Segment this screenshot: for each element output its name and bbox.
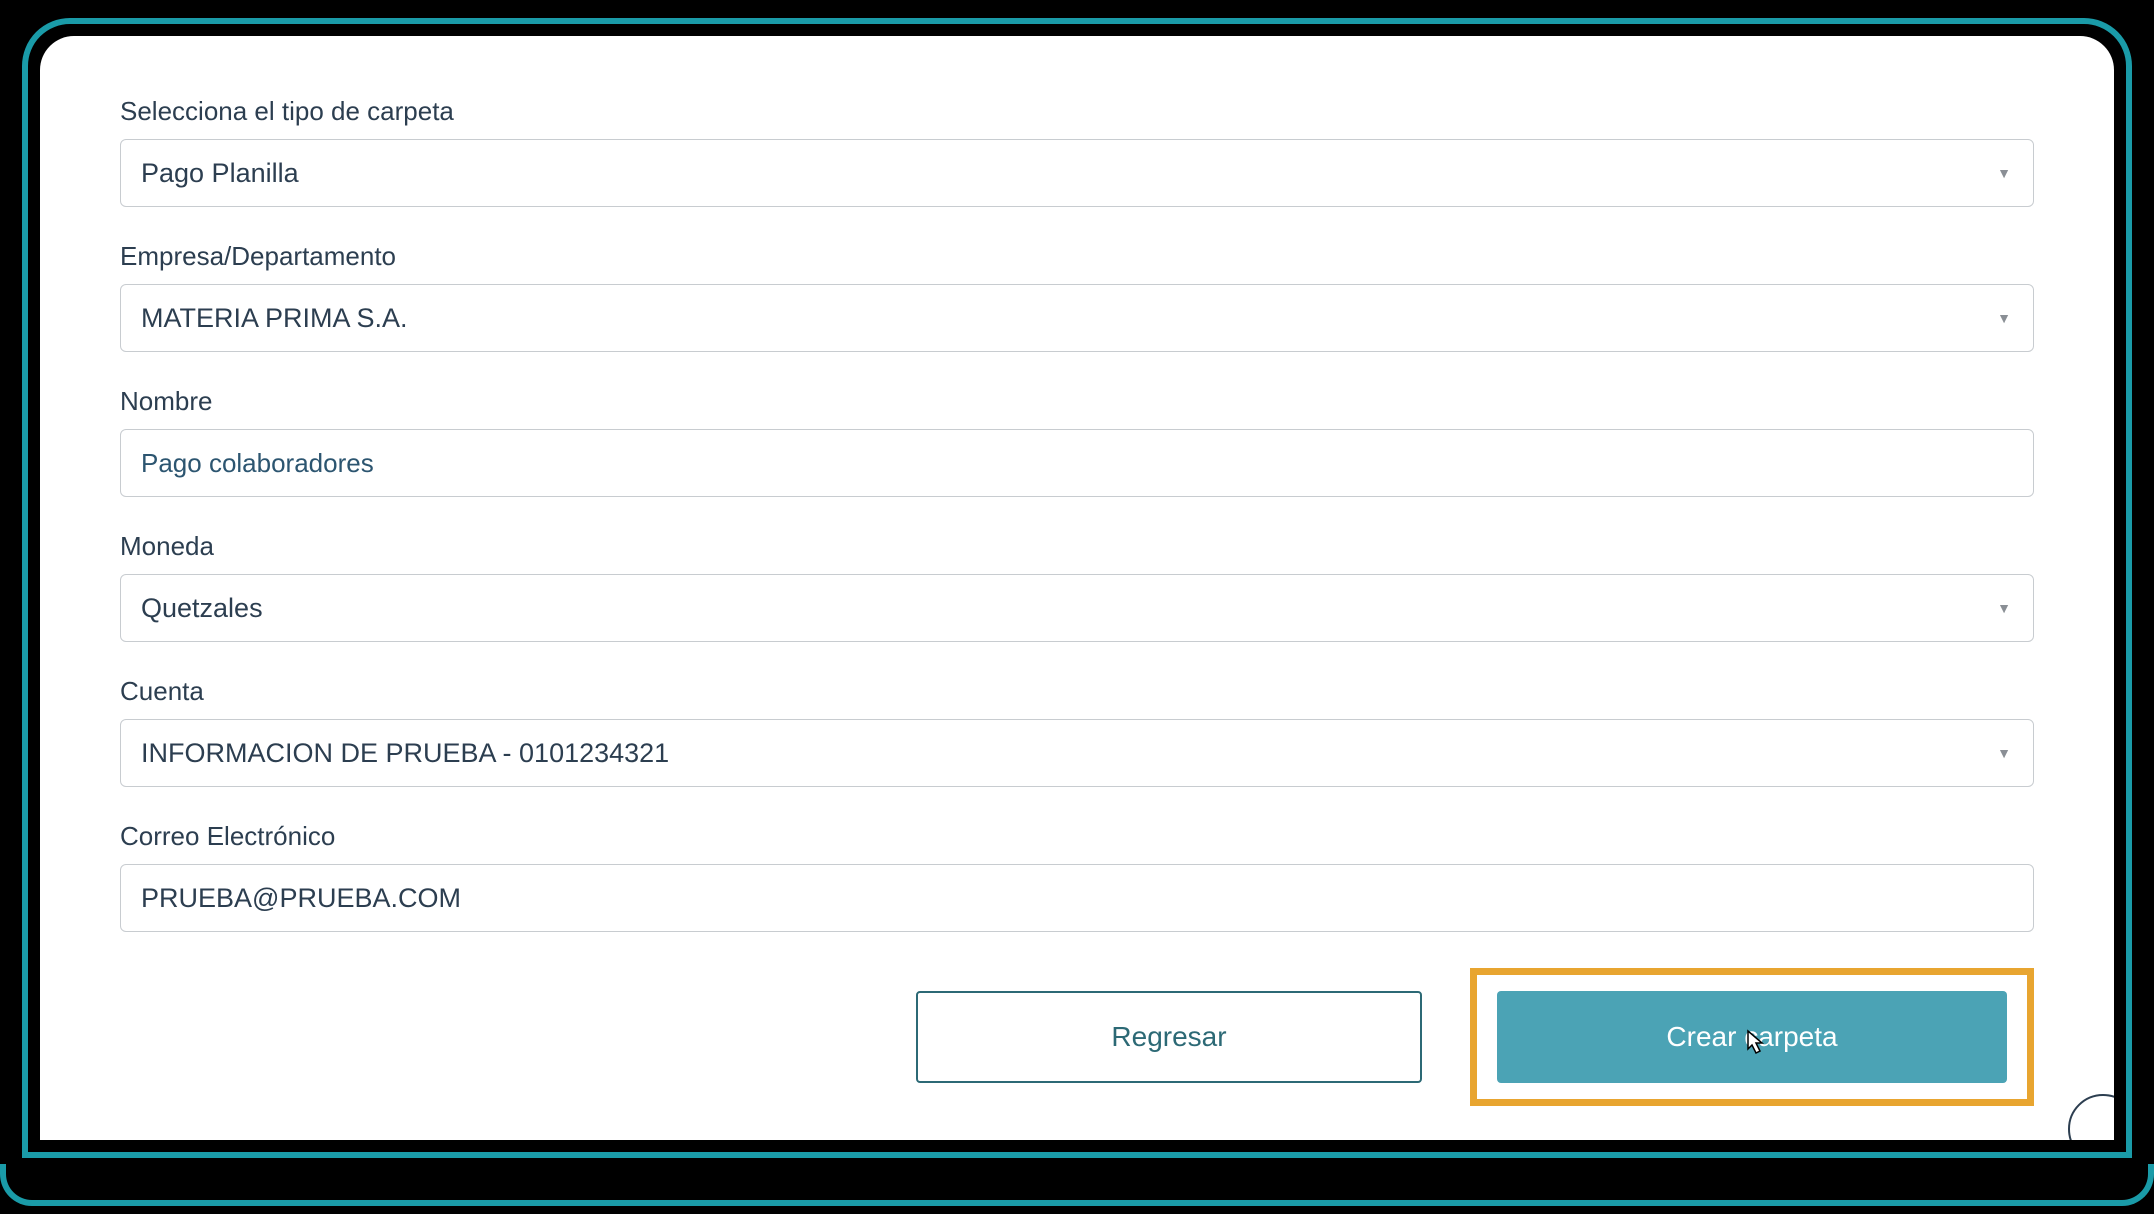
field-nombre: Nombre Pago colaboradores	[120, 386, 2034, 497]
input-nombre[interactable]: Pago colaboradores	[120, 429, 2034, 497]
select-empresa-value: MATERIA PRIMA S.A.	[141, 303, 408, 334]
page-curl-decoration	[2068, 1094, 2114, 1140]
input-correo-value: PRUEBA@PRUEBA.COM	[141, 883, 461, 914]
select-cuenta[interactable]: INFORMACION DE PRUEBA - 0101234321 ▼	[120, 719, 2034, 787]
chevron-down-icon: ▼	[1997, 600, 2011, 616]
select-moneda-value: Quetzales	[141, 593, 263, 624]
button-row: Regresar Crear carpeta	[120, 968, 2034, 1106]
screen-content: Selecciona el tipo de carpeta Pago Plani…	[40, 36, 2114, 1140]
chevron-down-icon: ▼	[1997, 745, 2011, 761]
label-correo: Correo Electrónico	[120, 821, 2034, 852]
create-folder-button[interactable]: Crear carpeta	[1497, 991, 2007, 1083]
select-empresa[interactable]: MATERIA PRIMA S.A. ▼	[120, 284, 2034, 352]
create-folder-button-label: Crear carpeta	[1666, 1021, 1837, 1053]
field-tipo-carpeta: Selecciona el tipo de carpeta Pago Plani…	[120, 96, 2034, 207]
label-nombre: Nombre	[120, 386, 2034, 417]
laptop-bezel: Selecciona el tipo de carpeta Pago Plani…	[22, 18, 2132, 1158]
select-tipo-carpeta[interactable]: Pago Planilla ▼	[120, 139, 2034, 207]
field-cuenta: Cuenta INFORMACION DE PRUEBA - 010123432…	[120, 676, 2034, 787]
select-cuenta-value: INFORMACION DE PRUEBA - 0101234321	[141, 738, 669, 769]
input-correo[interactable]: PRUEBA@PRUEBA.COM	[120, 864, 2034, 932]
label-moneda: Moneda	[120, 531, 2034, 562]
select-tipo-carpeta-value: Pago Planilla	[141, 158, 299, 189]
input-nombre-value: Pago colaboradores	[141, 448, 374, 479]
field-empresa: Empresa/Departamento MATERIA PRIMA S.A. …	[120, 241, 2034, 352]
chevron-down-icon: ▼	[1997, 165, 2011, 181]
highlight-box: Crear carpeta	[1470, 968, 2034, 1106]
back-button[interactable]: Regresar	[916, 991, 1422, 1083]
field-moneda: Moneda Quetzales ▼	[120, 531, 2034, 642]
field-correo: Correo Electrónico PRUEBA@PRUEBA.COM	[120, 821, 2034, 932]
laptop-frame: Selecciona el tipo de carpeta Pago Plani…	[0, 0, 2154, 1214]
chevron-down-icon: ▼	[1997, 310, 2011, 326]
laptop-base	[0, 1164, 2154, 1206]
label-tipo-carpeta: Selecciona el tipo de carpeta	[120, 96, 2034, 127]
select-moneda[interactable]: Quetzales ▼	[120, 574, 2034, 642]
label-cuenta: Cuenta	[120, 676, 2034, 707]
label-empresa: Empresa/Departamento	[120, 241, 2034, 272]
